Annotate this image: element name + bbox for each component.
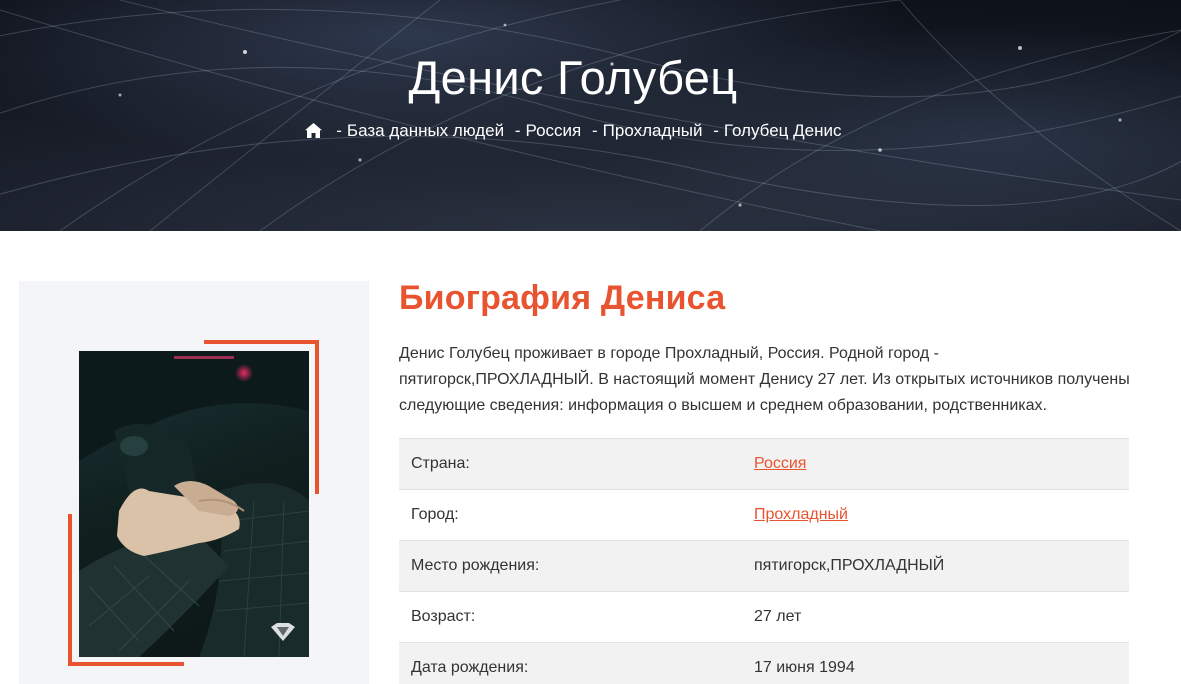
biography-heading: Биография Дениса [399, 279, 726, 317]
country-link[interactable]: Россия [754, 455, 806, 472]
breadcrumb-separator: - [591, 121, 598, 140]
network-globe-background [0, 0, 1181, 231]
info-value: 17 июня 1994 [754, 642, 1129, 684]
breadcrumb-item-people-database[interactable]: База данных людей [347, 121, 504, 140]
breadcrumb-item-current: Голубец Денис [723, 121, 842, 140]
hero-banner: Денис Голубец - База данных людей - Россия… [0, 0, 1181, 231]
breadcrumb-separator: - [514, 121, 521, 140]
page-title: Денис Голубец [408, 51, 738, 104]
biography-text: Денис Голубец проживает в городе Прохлад… [399, 345, 1130, 414]
breadcrumb-item-country[interactable]: Россия [525, 121, 581, 140]
photo-frame-accent-right [315, 340, 319, 494]
photo-frame-accent-top [204, 340, 319, 344]
photo-frame-accent-bottom [68, 662, 184, 666]
info-row-birthplace: Место рождения: пятигорск,ПРОХЛАДНЫЙ [399, 540, 1129, 592]
info-label: Страна: [399, 438, 754, 490]
breadcrumb-item-city[interactable]: Прохладный [603, 121, 703, 140]
photo-frame-accent-left [68, 514, 72, 666]
city-link[interactable]: Прохладный [754, 506, 848, 523]
info-label: Возраст: [399, 591, 754, 643]
info-row-birthdate: Дата рождения: 17 июня 1994 [399, 642, 1129, 684]
home-icon[interactable] [304, 123, 322, 143]
breadcrumb-separator: - [713, 121, 719, 140]
info-row-country: Страна: Россия [399, 438, 1129, 490]
info-label: Дата рождения: [399, 642, 754, 684]
info-value: пятигорск,ПРОХЛАДНЫЙ [754, 540, 1129, 592]
info-label: Город: [399, 489, 754, 541]
info-value: 27 лет [754, 591, 1129, 643]
info-row-age: Возраст: 27 лет [399, 591, 1129, 643]
info-row-city: Город: Прохладный [399, 489, 1129, 541]
person-info-table: Страна: Россия Город: Прохладный Место р… [399, 438, 1129, 684]
breadcrumb-separator: - [336, 121, 342, 140]
breadcrumb: - База данных людей - Россия - Прохладный -… [0, 121, 1146, 143]
info-label: Место рождения: [399, 540, 754, 592]
profile-photo[interactable] [79, 351, 309, 657]
